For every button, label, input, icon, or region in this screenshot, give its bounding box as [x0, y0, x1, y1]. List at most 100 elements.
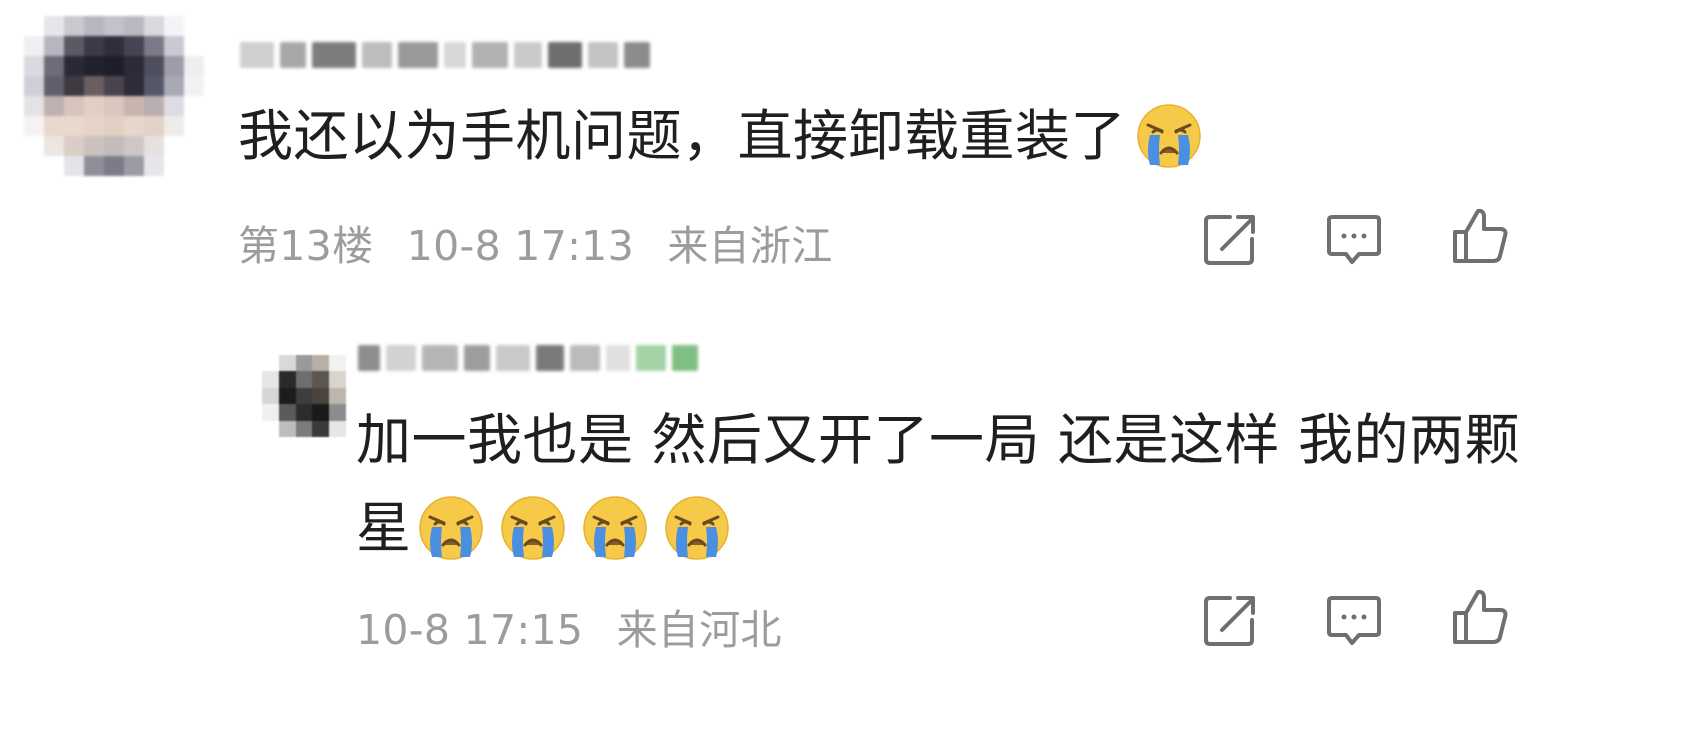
- avatar-pixel: [144, 116, 164, 136]
- comment-location: 来自浙江: [667, 222, 833, 270]
- share-icon[interactable]: [1200, 590, 1260, 650]
- avatar-pixel: [144, 56, 164, 76]
- avatar-pixel: [262, 355, 279, 372]
- reply-username[interactable]: [358, 330, 748, 385]
- reply-text-line1: 加一我也是 然后又开了一局 还是这样 我的两颗: [356, 408, 1520, 472]
- avatar-pixel: [24, 136, 44, 156]
- avatar-pixel: [84, 96, 104, 116]
- avatar-pixel: [24, 56, 44, 76]
- avatar-pixel: [278, 420, 296, 437]
- avatar-pixel: [295, 355, 313, 372]
- comment-icon[interactable]: [1324, 590, 1384, 650]
- avatar-pixel: [124, 56, 144, 76]
- avatar-pixel: [124, 136, 144, 156]
- avatar-pixel: [84, 76, 104, 96]
- avatar-pixel: [295, 387, 313, 405]
- thumbs-up-icon[interactable]: [1450, 586, 1510, 646]
- avatar-pixel: [329, 420, 346, 437]
- avatar-pixel: [84, 136, 104, 156]
- avatar-pixel: [164, 136, 184, 156]
- avatar-pixel: [104, 116, 124, 136]
- avatar-pixel: [24, 76, 44, 96]
- comment-meta: 第13楼 10-8 17:13 来自浙江: [238, 212, 833, 272]
- avatar-pixel: [44, 56, 64, 76]
- avatar-pixel: [64, 136, 84, 156]
- comment-text: 我还以为手机问题，直接卸载重装了: [238, 104, 1127, 168]
- reply-time: 10-8 17:15: [356, 606, 584, 654]
- avatar-pixel: [329, 404, 346, 421]
- avatar-pixel: [124, 96, 144, 116]
- comment-time: 10-8 17:13: [406, 222, 634, 270]
- reply-text-line2: 星: [356, 496, 412, 560]
- avatar-pixel: [184, 136, 204, 156]
- avatar-pixel: [124, 16, 144, 36]
- avatar-pixel: [329, 387, 346, 405]
- crying-face-emoji: [418, 495, 484, 561]
- avatar-pixel: [24, 96, 44, 116]
- avatar-pixel: [312, 355, 330, 372]
- share-icon[interactable]: [1200, 209, 1260, 269]
- avatar-pixel: [312, 371, 330, 388]
- thumbs-up-icon[interactable]: [1450, 205, 1510, 265]
- avatar-pixel: [104, 56, 124, 76]
- avatar-pixel: [64, 116, 84, 136]
- avatar-pixel: [124, 36, 144, 56]
- avatar-pixel: [329, 371, 346, 388]
- avatar-pixel: [84, 36, 104, 56]
- avatar-pixel: [44, 156, 64, 176]
- avatar-pixel: [164, 156, 184, 176]
- avatar-pixel: [164, 76, 184, 96]
- avatar-pixel: [184, 116, 204, 136]
- avatar-pixel: [24, 156, 44, 176]
- avatar-pixel: [278, 355, 296, 372]
- avatar-pixel: [312, 420, 330, 437]
- avatar-pixel: [164, 116, 184, 136]
- crying-face-emoji: [500, 495, 566, 561]
- avatar-pixel: [84, 56, 104, 76]
- avatar-pixel: [44, 16, 64, 36]
- avatar-pixel: [44, 116, 64, 136]
- avatar-pixel: [104, 16, 124, 36]
- avatar-pixel: [262, 420, 279, 437]
- avatar-pixel: [184, 96, 204, 116]
- avatar-pixel: [64, 36, 84, 56]
- avatar-pixel: [262, 387, 279, 405]
- avatar-pixel: [84, 156, 104, 176]
- avatar-pixel: [64, 76, 84, 96]
- floor-number: 第13楼: [238, 222, 374, 270]
- avatar-pixel: [64, 16, 84, 36]
- avatar-pixel: [184, 156, 204, 176]
- avatar-pixel: [144, 136, 164, 156]
- avatar-pixel: [124, 156, 144, 176]
- commenter-username[interactable]: [240, 30, 680, 80]
- avatar-pixel: [295, 404, 313, 421]
- avatar-pixel: [144, 16, 164, 36]
- crying-face-emoji: [664, 495, 730, 561]
- commenter-avatar[interactable]: [24, 16, 204, 176]
- avatar-pixel: [144, 96, 164, 116]
- avatar-pixel: [295, 371, 313, 388]
- avatar-pixel: [278, 371, 296, 388]
- avatar-pixel: [44, 76, 64, 96]
- avatar-pixel: [104, 136, 124, 156]
- reply-location: 来自河北: [616, 606, 782, 654]
- avatar-pixel: [104, 156, 124, 176]
- avatar-pixel: [164, 56, 184, 76]
- avatar-pixel: [164, 96, 184, 116]
- avatar-pixel: [278, 387, 296, 405]
- avatar-pixel: [44, 136, 64, 156]
- reply-body: 加一我也是 然后又开了一局 还是这样 我的两颗 星: [356, 396, 1520, 572]
- reply-meta: 10-8 17:15 来自河北: [356, 596, 782, 656]
- avatar-pixel: [64, 96, 84, 116]
- avatar-pixel: [295, 420, 313, 437]
- reply-avatar[interactable]: [262, 355, 346, 437]
- avatar-pixel: [84, 116, 104, 136]
- avatar-pixel: [24, 36, 44, 56]
- avatar-pixel: [24, 116, 44, 136]
- avatar-pixel: [184, 36, 204, 56]
- avatar-pixel: [184, 56, 204, 76]
- avatar-pixel: [184, 76, 204, 96]
- comment-icon[interactable]: [1324, 209, 1384, 269]
- avatar-pixel: [144, 76, 164, 96]
- avatar-pixel: [278, 404, 296, 421]
